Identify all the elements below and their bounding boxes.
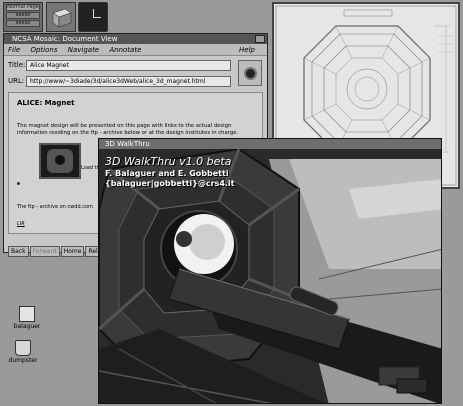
trash-icon bbox=[15, 340, 31, 356]
pager-item[interactable]: seeds bbox=[6, 20, 40, 27]
title-field[interactable]: Alice Magnet bbox=[26, 60, 231, 71]
window-titlebar[interactable]: NCSA Mosaic: Document View bbox=[4, 34, 267, 44]
pager-item[interactable]: Normal Page bbox=[6, 4, 40, 11]
folder-icon bbox=[19, 306, 35, 322]
walkthru-window: 3D WalkThru 3D WalkThru v1.0 beta F. Bal… bbox=[98, 138, 442, 404]
balaguer-desktop-icon[interactable]: balaguer bbox=[6, 306, 48, 330]
title-label: Title: bbox=[8, 61, 26, 69]
menu-file[interactable]: File bbox=[8, 46, 20, 54]
magnet-thumbnail-image[interactable] bbox=[39, 143, 81, 179]
menu-help[interactable]: Help bbox=[239, 44, 255, 56]
clock-icon bbox=[78, 2, 108, 32]
back-button[interactable]: Back bbox=[8, 246, 29, 257]
window-title: NCSA Mosaic: Document View bbox=[12, 35, 118, 43]
menu-navigate[interactable]: Navigate bbox=[68, 46, 99, 54]
menu-bar: File Options Navigate Annotate Help bbox=[4, 44, 267, 56]
dumpster-desktop-icon[interactable]: dumpster bbox=[2, 340, 44, 364]
bullet-icon bbox=[17, 182, 20, 185]
ftp-link[interactable]: The ftp - archive on cwdd.com bbox=[17, 204, 93, 210]
box-icon bbox=[52, 8, 72, 28]
app-banner-title: 3D WalkThru v1.0 beta bbox=[105, 155, 232, 168]
page-paragraph: The magnet design will be presented on t… bbox=[17, 123, 239, 136]
pager-item[interactable]: seeds bbox=[6, 12, 40, 19]
page-heading: ALICE: Magnet bbox=[17, 99, 75, 107]
workspace-pager[interactable]: Normal Page seeds seeds bbox=[3, 2, 43, 32]
desktop-icon-label: balaguer bbox=[13, 323, 41, 330]
desktop-icon-label: dumpster bbox=[8, 357, 38, 364]
url-label: URL: bbox=[8, 77, 25, 85]
lir-link[interactable]: LIR bbox=[17, 221, 25, 227]
url-field[interactable]: http://www/~3diade/3d/alice3dWeb/alice_3… bbox=[26, 76, 231, 87]
app-banner-authors: F. Balaguer and E. Gobbetti bbox=[105, 169, 229, 178]
menu-options[interactable]: Options bbox=[30, 46, 57, 54]
walkthru-window-title: 3D WalkThru bbox=[105, 140, 150, 148]
minimize-button[interactable] bbox=[255, 35, 265, 43]
walkthru-titlebar[interactable]: 3D WalkThru bbox=[99, 139, 441, 149]
app-launcher-icon[interactable] bbox=[46, 2, 76, 32]
globe-icon[interactable] bbox=[238, 60, 262, 86]
menu-annotate[interactable]: Annotate bbox=[109, 46, 141, 54]
forward-button[interactable]: Forward bbox=[29, 246, 60, 257]
home-button[interactable]: Home bbox=[60, 246, 85, 257]
app-banner-email: {balaguer|gobbetti}@crs4.it bbox=[105, 179, 235, 188]
